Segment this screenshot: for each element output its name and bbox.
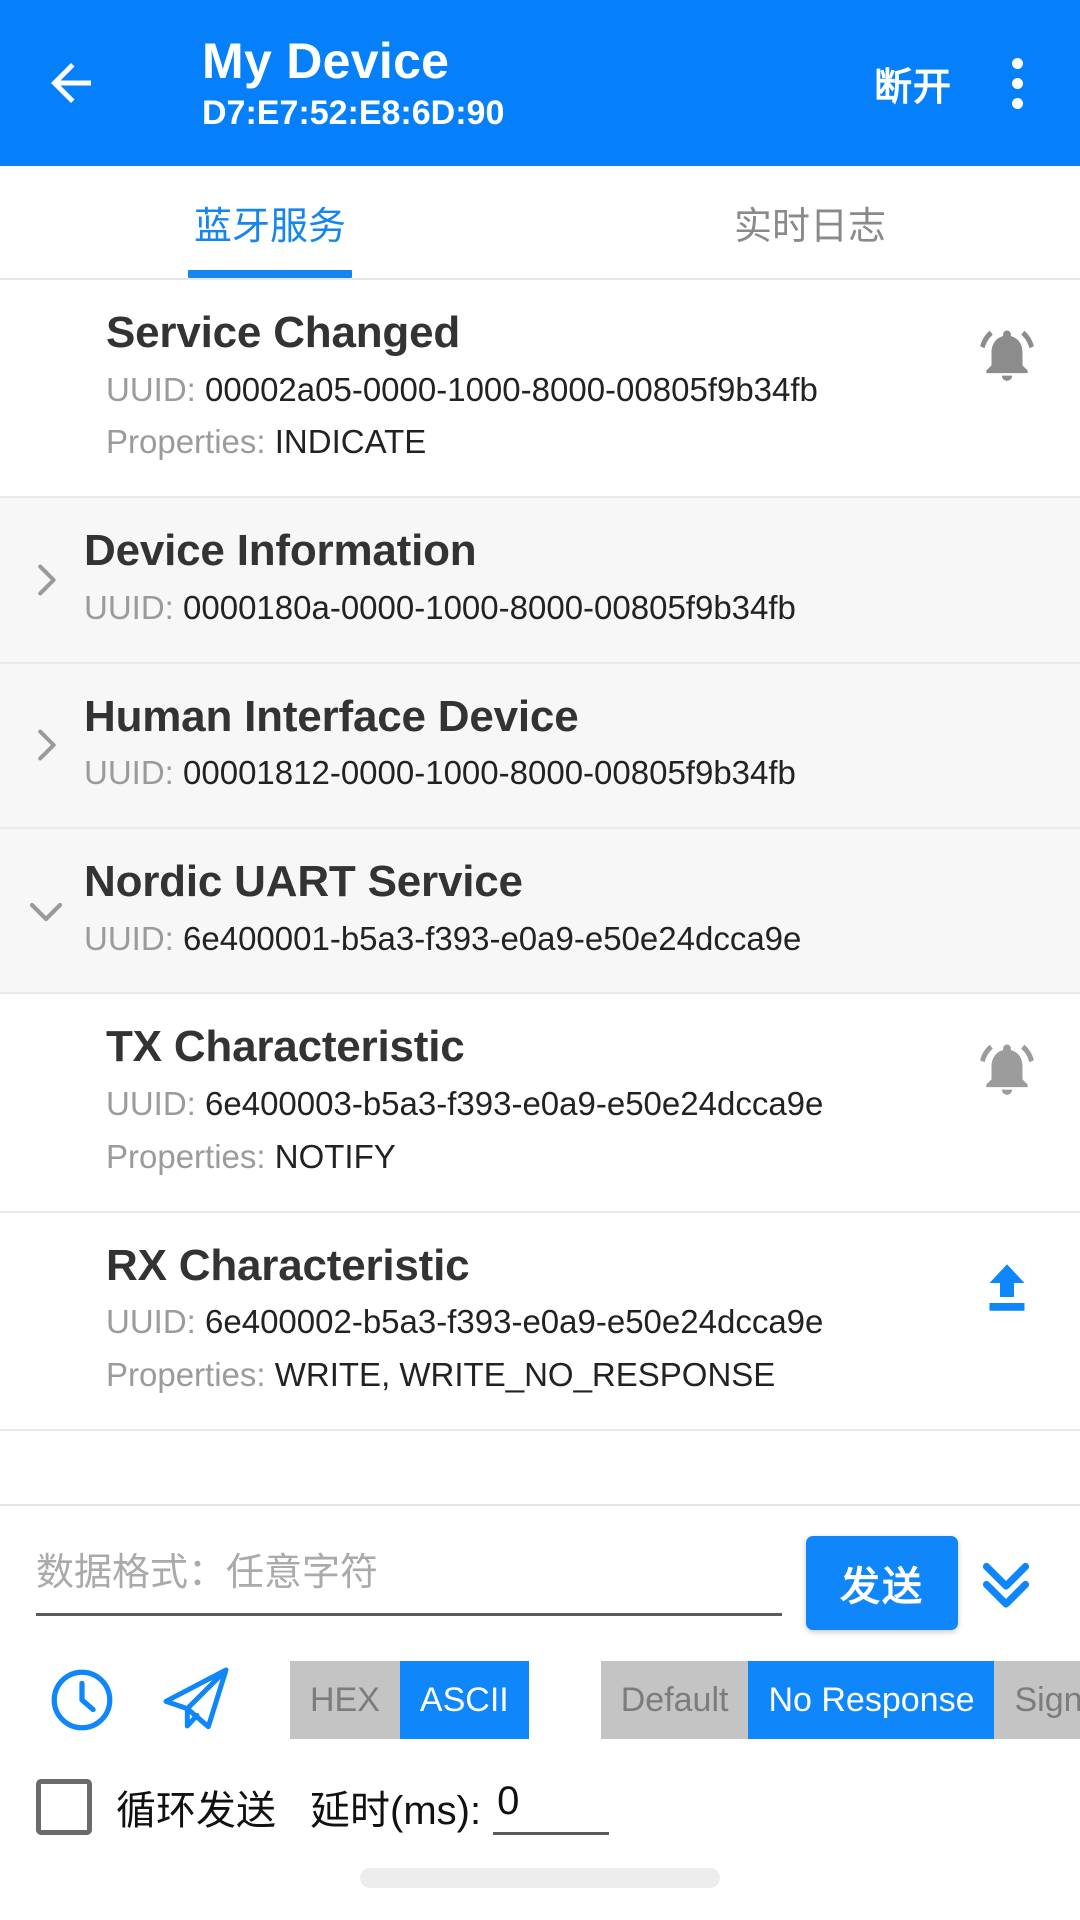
- characteristic-props-line: Properties: INDICATE: [106, 419, 1044, 466]
- expand-collapse-toggle[interactable]: [22, 556, 70, 604]
- write-mode-default[interactable]: Default: [600, 1661, 749, 1739]
- list-item[interactable]: Device Information UUID: 0000180a-0000-1…: [0, 498, 1080, 664]
- service-name: Nordic UART Service: [84, 857, 523, 907]
- composer-toolbar: HEX ASCII Default No Response Signed: [0, 1638, 1080, 1756]
- chevron-down-icon: [29, 902, 63, 921]
- uuid-value: 6e400002-b5a3-f393-e0a9-e50e24dcca9e: [205, 1303, 824, 1341]
- app-screen: My Device D7:E7:52:E8:6D:90 断开 蓝牙服务 实时日志…: [0, 0, 1080, 1920]
- expand-collapse-toggle[interactable]: [22, 721, 70, 769]
- uuid-label: UUID:: [106, 370, 196, 408]
- chevron-right-icon: [38, 729, 56, 761]
- properties-label: Properties:: [106, 1137, 266, 1175]
- composer-panel: 发送 HEX ASCII: [0, 1504, 1080, 1920]
- notifications-active-icon: [980, 330, 1034, 381]
- characteristic-uuid-line: UUID: 6e400003-b5a3-f393-e0a9-e50e24dcca…: [106, 1081, 1044, 1128]
- uuid-value: 0000180a-0000-1000-8000-00805f9b34fb: [183, 588, 796, 626]
- send-button[interactable]: 发送: [806, 1536, 958, 1630]
- list-item[interactable]: Human Interface Device UUID: 00001812-00…: [0, 663, 1080, 830]
- service-uuid-line: UUID: 00001812-0000-1000-8000-00805f9b34…: [84, 750, 1044, 797]
- list-item[interactable]: Service Changed UUID: 00002a05-0000-1000…: [0, 280, 1080, 499]
- quick-send-button[interactable]: [150, 1654, 242, 1746]
- tab-bar: 蓝牙服务 实时日志: [0, 166, 1080, 280]
- tab-label: 实时日志: [733, 205, 886, 248]
- write-mode-segmented-control[interactable]: Default No Response Signed: [600, 1661, 1080, 1739]
- list-item[interactable]: TX Characteristic UUID: 6e400003-b5a3-f3…: [0, 994, 1080, 1213]
- properties-value: INDICATE: [274, 423, 427, 461]
- clock-icon: [51, 1669, 113, 1731]
- device-address: D7:E7:52:E8:6D:90: [202, 93, 505, 132]
- characteristic-props-line: Properties: NOTIFY: [106, 1134, 1044, 1181]
- upload-icon: [989, 1264, 1025, 1311]
- format-option-ascii[interactable]: ASCII: [399, 1661, 529, 1739]
- properties-value: NOTIFY: [274, 1137, 396, 1175]
- notifications-active-icon: [980, 1044, 1034, 1096]
- delay-input[interactable]: [493, 1779, 610, 1835]
- double-chevron-down-icon: [982, 1562, 1030, 1608]
- tab-label: 蓝牙服务: [193, 205, 346, 248]
- back-button[interactable]: [34, 46, 108, 120]
- delay-label: 延时(ms):: [310, 1789, 482, 1833]
- uuid-label: UUID:: [106, 1085, 196, 1123]
- uuid-value: 00002a05-0000-1000-8000-00805f9b34fb: [205, 370, 818, 408]
- service-list[interactable]: Service Changed UUID: 00002a05-0000-1000…: [0, 280, 1080, 1504]
- properties-value: WRITE, WRITE_NO_RESPONSE: [274, 1356, 776, 1394]
- uuid-label: UUID:: [106, 1303, 196, 1341]
- characteristic-name: RX Characteristic: [106, 1240, 470, 1290]
- loop-send-label: 循环发送: [116, 1789, 276, 1833]
- service-uuid-line: UUID: 6e400001-b5a3-f393-e0a9-e50e24dcca…: [84, 916, 1044, 963]
- list-item[interactable]: Nordic UART Service UUID: 6e400001-b5a3-…: [0, 829, 1080, 995]
- characteristic-name: TX Characteristic: [106, 1022, 465, 1072]
- notify-toggle-button[interactable]: [974, 322, 1040, 388]
- list-item[interactable]: RX Characteristic UUID: 6e400002-b5a3-f3…: [0, 1212, 1080, 1432]
- send-row: 发送: [0, 1506, 1080, 1638]
- characteristic-uuid-line: UUID: 00002a05-0000-1000-8000-00805f9b34…: [106, 367, 1044, 414]
- system-navigation-bar: [0, 1836, 1080, 1920]
- app-bar: My Device D7:E7:52:E8:6D:90 断开: [0, 0, 1080, 166]
- loop-send-row: 循环发送 延时(ms):: [0, 1756, 1080, 1836]
- page-title: My Device: [202, 32, 450, 89]
- properties-label: Properties:: [106, 423, 266, 461]
- uuid-value: 6e400003-b5a3-f393-e0a9-e50e24dcca9e: [205, 1085, 824, 1123]
- data-input-wrapper: [36, 1532, 782, 1616]
- uuid-value: 6e400001-b5a3-f393-e0a9-e50e24dcca9e: [183, 919, 802, 957]
- write-button[interactable]: [974, 1255, 1040, 1321]
- data-input[interactable]: [36, 1542, 782, 1616]
- write-mode-signed[interactable]: Signed: [994, 1661, 1080, 1739]
- paper-plane-icon: [163, 1667, 229, 1730]
- device-title-block: My Device D7:E7:52:E8:6D:90: [132, 33, 864, 134]
- format-option-hex[interactable]: HEX: [290, 1661, 400, 1739]
- tab-realtime-log[interactable]: 实时日志: [540, 166, 1080, 278]
- expand-collapse-toggle[interactable]: [22, 887, 70, 935]
- more-vertical-icon: [1011, 77, 1023, 89]
- characteristic-uuid-line: UUID: 6e400002-b5a3-f393-e0a9-e50e24dcca…: [106, 1299, 1044, 1346]
- more-vertical-icon: [1011, 97, 1023, 109]
- service-name: Human Interface Device: [84, 691, 579, 741]
- arrow-left-icon: [51, 63, 91, 103]
- tab-bluetooth-services[interactable]: 蓝牙服务: [0, 166, 540, 278]
- uuid-value: 00001812-0000-1000-8000-00805f9b34fb: [183, 754, 796, 792]
- service-name: Device Information: [84, 526, 477, 576]
- overflow-menu-button[interactable]: [988, 41, 1046, 125]
- history-button[interactable]: [36, 1654, 128, 1746]
- expand-composer-button[interactable]: [958, 1536, 1054, 1630]
- write-mode-no-response[interactable]: No Response: [748, 1661, 995, 1739]
- uuid-label: UUID:: [84, 919, 174, 957]
- data-format-segmented-control[interactable]: HEX ASCII: [290, 1661, 529, 1739]
- properties-label: Properties:: [106, 1356, 266, 1394]
- tab-active-indicator: [188, 270, 352, 278]
- more-vertical-icon: [1011, 57, 1023, 69]
- disconnect-button[interactable]: 断开: [864, 42, 962, 125]
- uuid-label: UUID:: [84, 588, 174, 626]
- service-uuid-line: UUID: 0000180a-0000-1000-8000-00805f9b34…: [84, 585, 1044, 632]
- characteristic-name: Service Changed: [106, 308, 461, 357]
- chevron-right-icon: [38, 564, 56, 596]
- nav-gesture-handle[interactable]: [360, 1868, 720, 1888]
- notify-toggle-button[interactable]: [974, 1036, 1040, 1102]
- characteristic-props-line: Properties: WRITE, WRITE_NO_RESPONSE: [106, 1352, 1044, 1399]
- uuid-label: UUID:: [84, 754, 174, 792]
- loop-send-checkbox[interactable]: [36, 1779, 92, 1835]
